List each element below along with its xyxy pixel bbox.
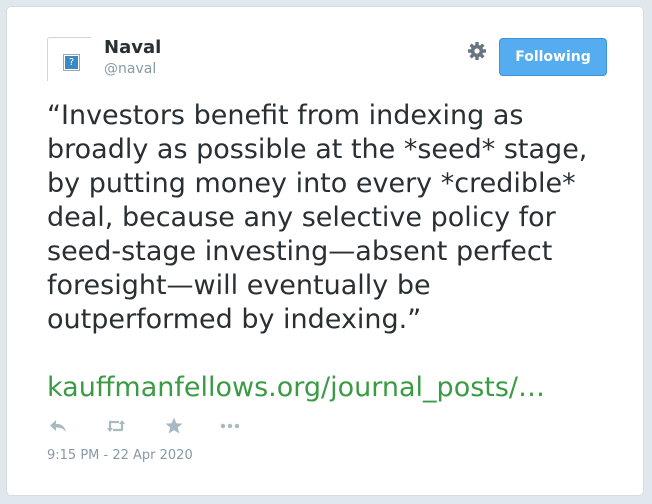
reply-icon[interactable] [47,415,69,437]
star-icon[interactable] [163,415,185,437]
retweet-icon[interactable] [105,415,127,437]
avatar[interactable]: ? [47,37,91,81]
tweet-link[interactable]: kauffmanfellows.org/journal_posts/… [47,371,545,405]
tweet-text: “Investors benefit from indexing as broa… [47,100,588,335]
gear-icon[interactable] [467,41,487,61]
author-name[interactable]: Naval [104,37,161,59]
author-handle[interactable]: @naval [104,60,156,78]
tweet-timestamp[interactable]: 9:15 PM - 22 Apr 2020 [47,448,193,464]
following-button[interactable]: Following [499,38,607,76]
broken-image-icon: ? [64,55,79,70]
more-dots-icon[interactable] [219,415,241,437]
tweet-card: ? Naval @naval Following “Investors bene… [6,6,644,496]
